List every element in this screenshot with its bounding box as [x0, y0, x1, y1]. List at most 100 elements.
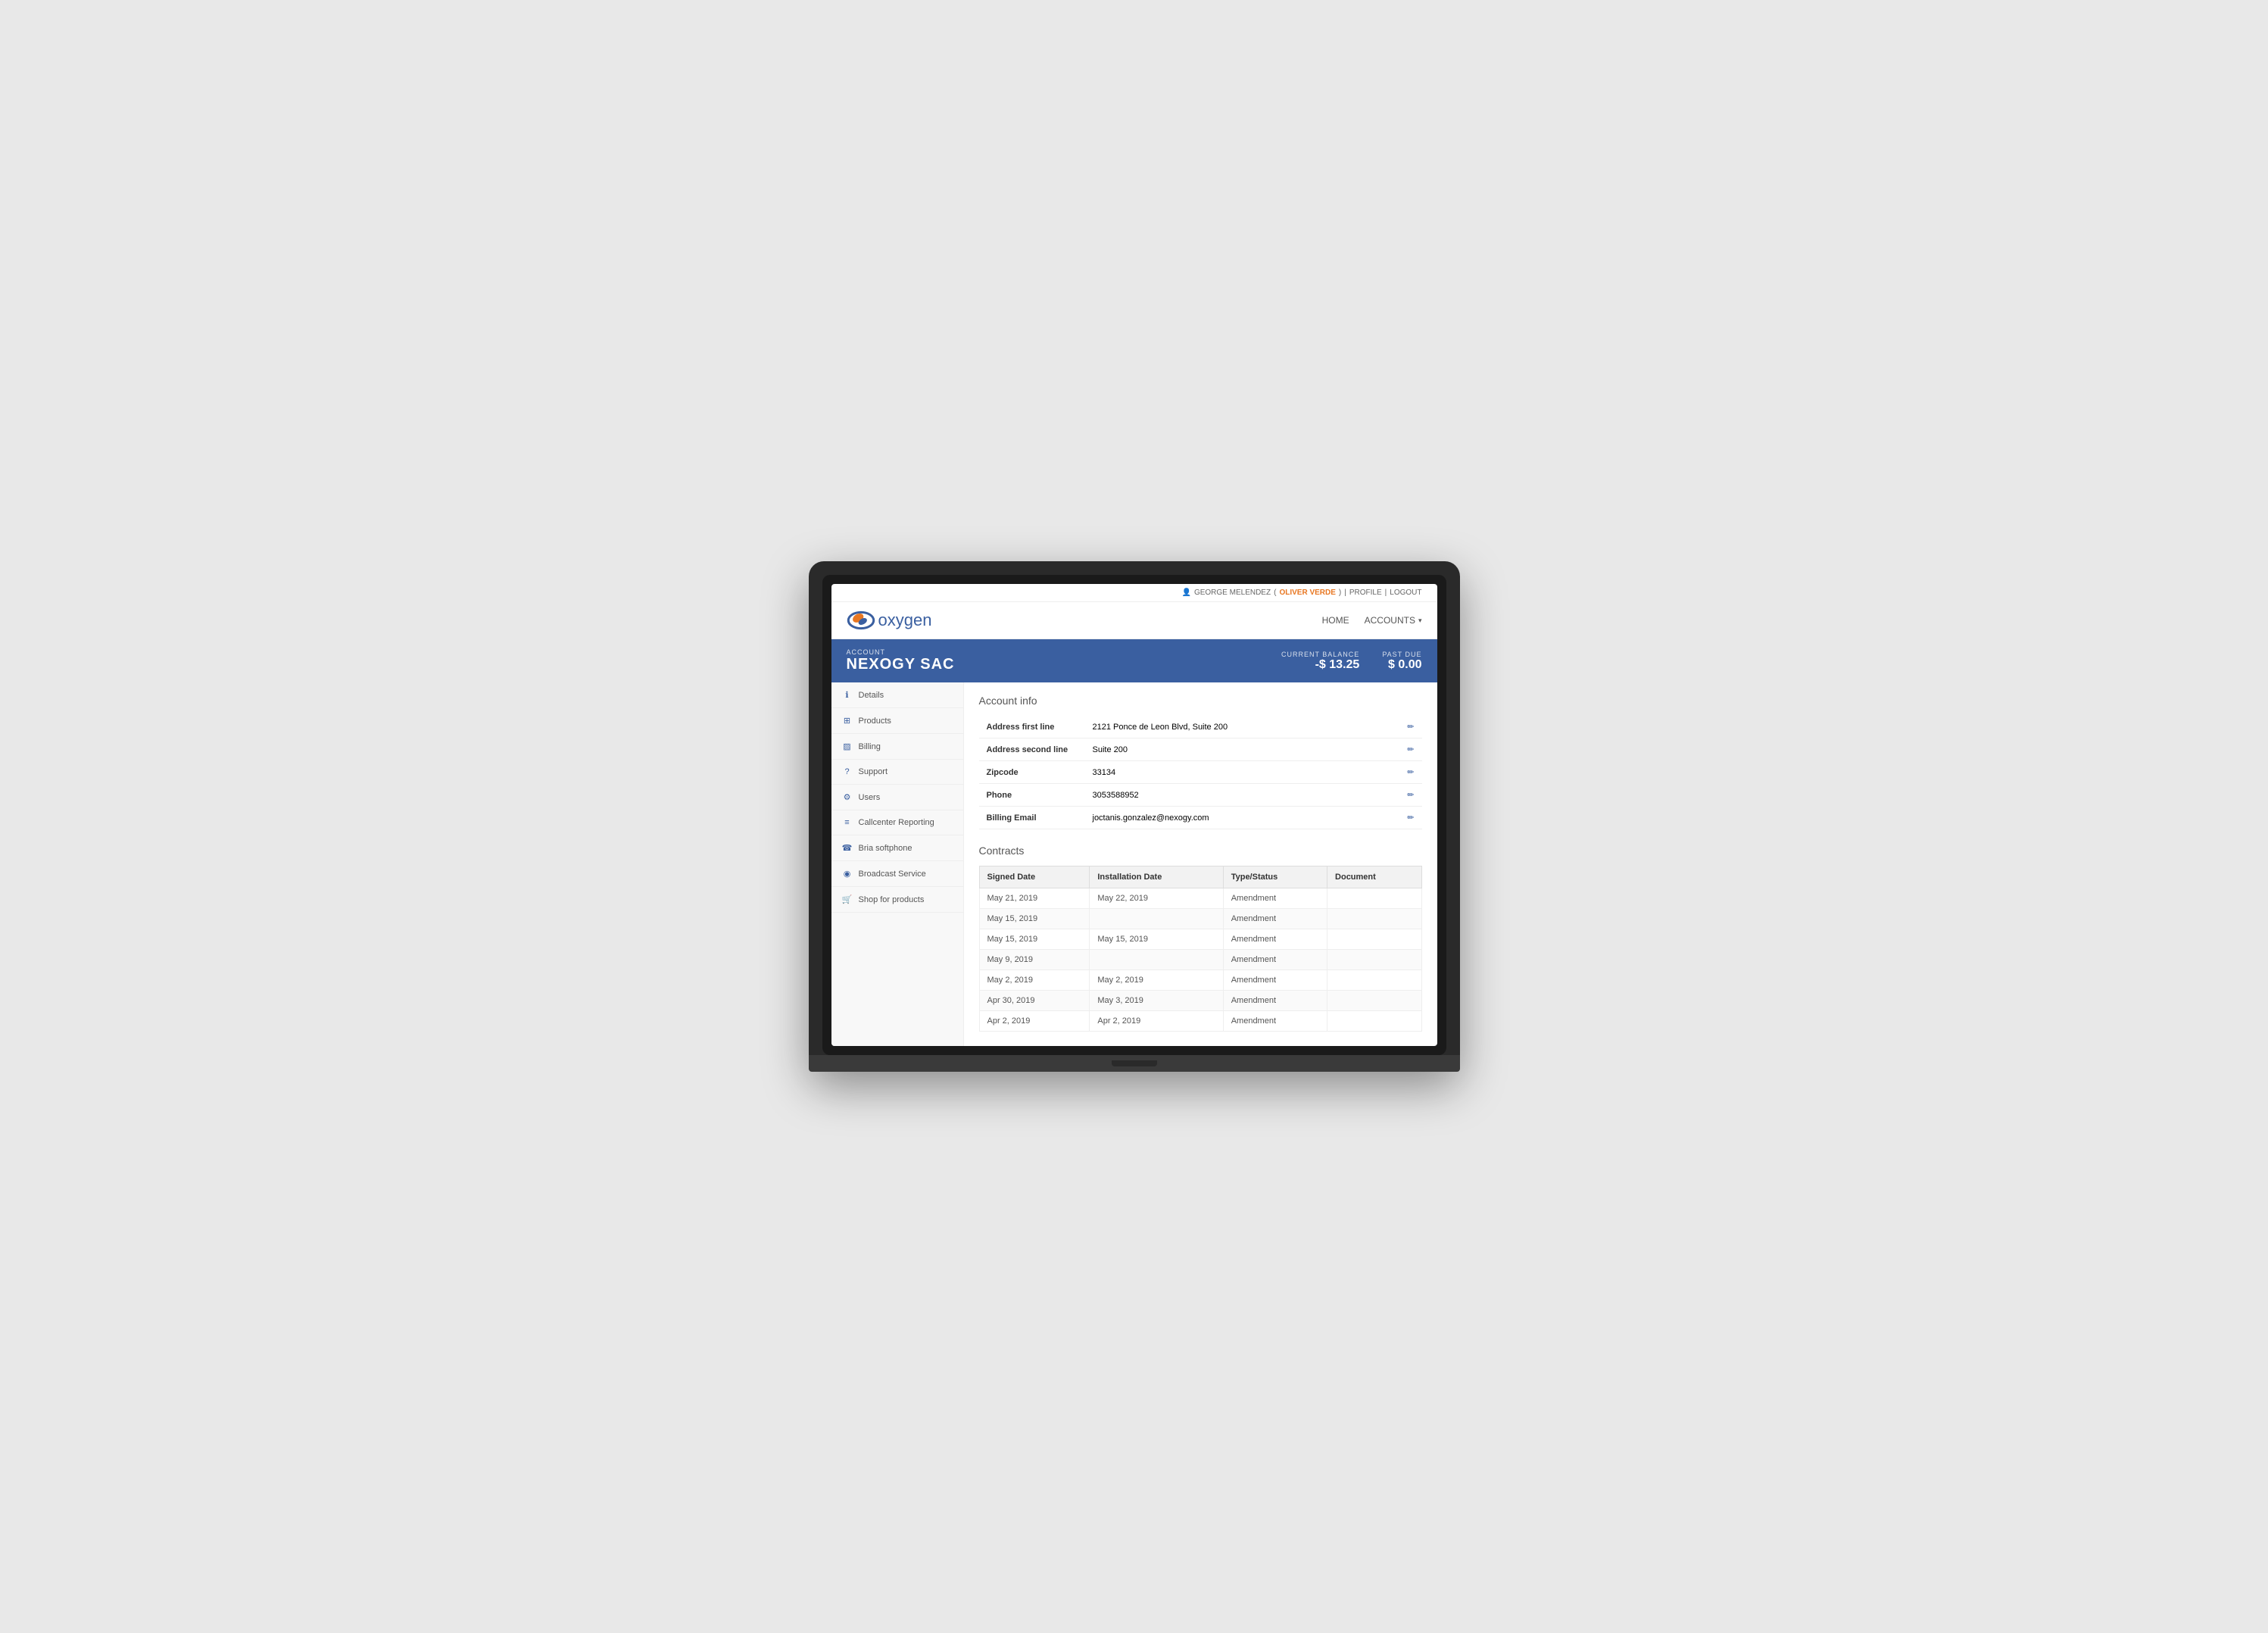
chevron-down-icon: ▾: [1418, 617, 1422, 625]
details-icon: ℹ: [842, 690, 853, 700]
field-value-address1: 2121 Ponce de Leon Blvd, Suite 200: [1085, 716, 1400, 738]
cell-installation: May 2, 2019: [1090, 970, 1223, 991]
main-content: ℹ Details ⊞ Products ▨ Billing ? Support: [831, 682, 1437, 1046]
table-row: Apr 30, 2019 May 3, 2019 Amendment: [979, 991, 1421, 1011]
account-label: ACCOUNT: [847, 648, 955, 656]
support-icon: ?: [842, 767, 853, 776]
logout-link[interactable]: LOGOUT: [1390, 589, 1421, 597]
past-due: PAST DUE $ 0.00: [1382, 651, 1421, 672]
sidebar-item-bria[interactable]: ☎ Bria softphone: [831, 835, 963, 861]
col-document: Document: [1327, 866, 1421, 888]
field-value-phone: 3053588952: [1085, 784, 1400, 807]
sidebar-item-billing[interactable]: ▨ Billing: [831, 734, 963, 760]
cell-installation: [1090, 950, 1223, 970]
field-label-address2: Address second line: [979, 738, 1085, 761]
cell-installation: May 3, 2019: [1090, 991, 1223, 1011]
account-header: ACCOUNT NEXOGY SAC CURRENT BALANCE -$ 13…: [831, 639, 1437, 682]
sidebar-item-broadcast-label: Broadcast Service: [859, 870, 926, 879]
user-name: GEORGE MELENDEZ: [1194, 589, 1271, 597]
col-signed-date: Signed Date: [979, 866, 1090, 888]
shop-icon: 🛒: [842, 895, 853, 904]
cell-signed: May 21, 2019: [979, 888, 1090, 909]
table-row: May 9, 2019 Amendment: [979, 950, 1421, 970]
field-value-zipcode: 33134: [1085, 761, 1400, 784]
cell-type: Amendment: [1223, 888, 1327, 909]
account-info-table: Address first line 2121 Ponce de Leon Bl…: [979, 716, 1422, 829]
sidebar: ℹ Details ⊞ Products ▨ Billing ? Support: [831, 682, 964, 1046]
edit-zipcode-icon[interactable]: ✏: [1407, 768, 1414, 777]
cell-signed: May 15, 2019: [979, 929, 1090, 950]
screen-bezel: 👤 GEORGE MELENDEZ ( OLIVER VERDE ) | PRO…: [822, 575, 1446, 1055]
cell-signed: May 2, 2019: [979, 970, 1090, 991]
balance-label: CURRENT BALANCE: [1281, 651, 1359, 658]
cell-document: [1327, 888, 1421, 909]
billing-icon: ▨: [842, 742, 853, 751]
cell-type: Amendment: [1223, 950, 1327, 970]
cell-signed: Apr 30, 2019: [979, 991, 1090, 1011]
user-icon: 👤: [1182, 589, 1191, 597]
logo: oxygen: [847, 610, 932, 631]
sidebar-item-bria-label: Bria softphone: [859, 844, 913, 853]
cell-type: Amendment: [1223, 909, 1327, 929]
current-balance: CURRENT BALANCE -$ 13.25: [1281, 651, 1359, 672]
content-area: Account info Address first line 2121 Pon…: [964, 682, 1437, 1046]
field-value-address2: Suite 200: [1085, 738, 1400, 761]
table-row: Apr 2, 2019 Apr 2, 2019 Amendment: [979, 1011, 1421, 1032]
cell-type: Amendment: [1223, 991, 1327, 1011]
nav-accounts[interactable]: ACCOUNTS ▾: [1365, 615, 1422, 626]
cell-installation: [1090, 909, 1223, 929]
user-info: 👤 GEORGE MELENDEZ ( OLIVER VERDE ) | PRO…: [1182, 589, 1422, 597]
account-title-section: ACCOUNT NEXOGY SAC: [847, 648, 955, 673]
sidebar-item-details[interactable]: ℹ Details: [831, 682, 963, 708]
logo-o: o: [878, 610, 888, 629]
edit-email-icon[interactable]: ✏: [1407, 813, 1414, 823]
field-label-zipcode: Zipcode: [979, 761, 1085, 784]
sidebar-item-billing-label: Billing: [859, 742, 881, 751]
cell-document: [1327, 991, 1421, 1011]
topbar-separator2: ): [1339, 589, 1341, 597]
sidebar-item-callcenter[interactable]: ≡ Callcenter Reporting: [831, 810, 963, 835]
cell-signed: May 15, 2019: [979, 909, 1090, 929]
nav-links: HOME ACCOUNTS ▾: [1322, 615, 1422, 626]
edit-phone-icon[interactable]: ✏: [1407, 791, 1414, 800]
profile-link[interactable]: PROFILE: [1349, 589, 1382, 597]
cell-signed: Apr 2, 2019: [979, 1011, 1090, 1032]
callcenter-icon: ≡: [842, 818, 853, 827]
contracts-title: Contracts: [979, 845, 1422, 857]
sidebar-item-support-label: Support: [859, 767, 888, 776]
contracts-header-row: Signed Date Installation Date Type/Statu…: [979, 866, 1421, 888]
topbar: 👤 GEORGE MELENDEZ ( OLIVER VERDE ) | PRO…: [831, 584, 1437, 602]
broadcast-icon: ◉: [842, 869, 853, 879]
field-value-email: joctanis.gonzalez@nexogy.com: [1085, 807, 1400, 829]
sidebar-item-details-label: Details: [859, 691, 884, 700]
past-due-value: $ 0.00: [1382, 658, 1421, 672]
sidebar-item-users-label: Users: [859, 793, 881, 802]
laptop-bottom: [809, 1055, 1460, 1072]
cell-document: [1327, 950, 1421, 970]
cell-installation: May 22, 2019: [1090, 888, 1223, 909]
bria-icon: ☎: [842, 843, 853, 853]
table-row: May 15, 2019 Amendment: [979, 909, 1421, 929]
account-info-title: Account info: [979, 695, 1422, 707]
edit-address2-icon[interactable]: ✏: [1407, 745, 1414, 754]
nav-home[interactable]: HOME: [1322, 615, 1349, 626]
sidebar-item-shop[interactable]: 🛒 Shop for products: [831, 887, 963, 913]
sidebar-item-products[interactable]: ⊞ Products: [831, 708, 963, 734]
sidebar-item-users[interactable]: ⚙ Users: [831, 785, 963, 810]
cell-type: Amendment: [1223, 1011, 1327, 1032]
navbar: oxygen HOME ACCOUNTS ▾: [831, 602, 1437, 639]
past-due-label: PAST DUE: [1382, 651, 1421, 658]
account-name: NEXOGY SAC: [847, 656, 955, 673]
sidebar-item-broadcast[interactable]: ◉ Broadcast Service: [831, 861, 963, 887]
users-icon: ⚙: [842, 792, 853, 802]
contracts-table: Signed Date Installation Date Type/Statu…: [979, 866, 1422, 1032]
logo-rest: xygen: [888, 610, 932, 629]
field-label-email: Billing Email: [979, 807, 1085, 829]
info-row-email: Billing Email joctanis.gonzalez@nexogy.c…: [979, 807, 1422, 829]
sidebar-item-support[interactable]: ? Support: [831, 760, 963, 785]
edit-address1-icon[interactable]: ✏: [1407, 723, 1414, 732]
field-label-phone: Phone: [979, 784, 1085, 807]
cell-document: [1327, 929, 1421, 950]
laptop-notch: [1112, 1060, 1157, 1066]
logo-text: oxygen: [878, 610, 932, 630]
